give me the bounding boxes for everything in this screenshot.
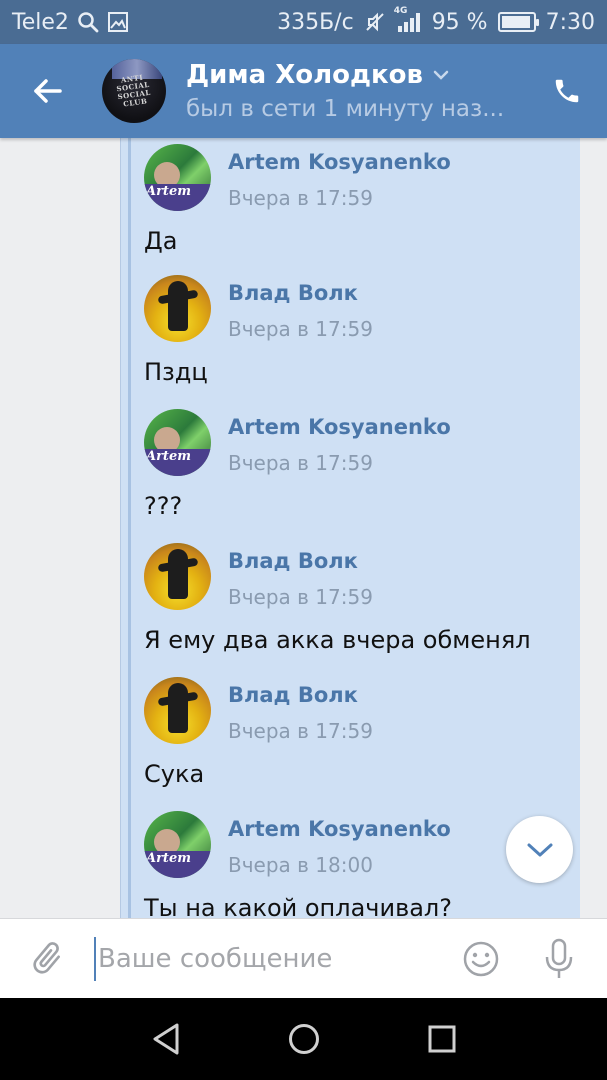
author-meta: Artem Kosyanenko Вчера в 17:59 [228,409,451,476]
message-text: Да [144,227,178,255]
phone-icon [555,79,579,103]
forwarded-message: Artem Artem Kosyanenko Вчера в 17:59 Да [144,138,574,269]
emoji-button[interactable] [456,919,506,999]
author-name[interactable]: Влад Волк [228,281,373,305]
nav-back-button[interactable] [144,1017,188,1061]
author-name[interactable]: Artem Kosyanenko [228,415,451,439]
chevron-down-icon [527,843,552,856]
author-avatar[interactable] [144,275,211,342]
forwarded-message-header: Artem Artem Kosyanenko Вчера в 17:59 [144,144,451,211]
triangle-back-icon [153,1023,178,1055]
network-type: 4G [393,6,408,16]
message-time: Вчера в 18:00 [228,853,373,877]
back-button[interactable] [0,44,96,138]
message-time: Вчера в 17:59 [228,451,373,475]
call-button[interactable] [527,44,607,138]
message-text: Сука [144,760,205,788]
status-left: Tele2 [12,10,129,35]
forwarded-message-header: Artem Artem Kosyanenko Вчера в 18:00 [144,811,451,878]
author-meta: Влад Волк Вчера в 17:59 [228,543,373,610]
author-avatar[interactable]: Artem [144,144,211,211]
forwarded-message-header: Artem Artem Kosyanenko Вчера в 17:59 [144,409,451,476]
forwarded-message: Влад Волк Вчера в 17:59 Пздц [144,269,574,403]
chevron-down-icon [433,70,449,80]
network-speed: 335Б/с [277,9,354,35]
chat-subtitle: был в сети 1 минуту наз... [186,96,505,122]
message-list[interactable]: Artem Artem Kosyanenko Вчера в 17:59 Да … [0,138,607,918]
message-text: ??? [144,492,183,520]
author-name[interactable]: Влад Волк [228,683,373,707]
author-avatar[interactable]: Artem [144,811,211,878]
signal-icon: 4G [394,6,422,34]
system-nav-bar [0,998,607,1080]
message-time: Вчера в 17:59 [228,317,373,341]
status-right: 335Б/с 4G 95 % 7:30 [277,6,595,35]
voice-message-button[interactable] [534,919,584,999]
author-name[interactable]: Влад Волк [228,549,373,573]
battery-icon [497,12,539,32]
chat-title-area[interactable]: Дима Холодков был в сети 1 минуту наз... [186,60,511,122]
author-meta: Влад Волк Вчера в 17:59 [228,275,373,342]
nav-home-button[interactable] [282,1017,326,1061]
nav-recents-button[interactable] [420,1017,464,1061]
chat-header: ANTI SOCIAL SOCIAL CLUB Дима Холодков был в… [0,44,607,138]
battery-fill [501,16,531,28]
forwarded-message: Влад Волк Вчера в 17:59 Я ему два акка в… [144,537,574,671]
forwarded-message-header: Влад Волк Вчера в 17:59 [144,275,373,342]
chat-avatar[interactable]: ANTI SOCIAL SOCIAL CLUB [102,59,166,123]
avatar-logo-text: ANTI SOCIAL SOCIAL CLUB [116,72,152,109]
forwarded-message: Artem Artem Kosyanenko Вчера в 17:59 ??? [144,403,574,537]
status-bar: Tele2 335Б/с 4G 95 % 7:30 [0,0,607,44]
forwarded-message-header: Влад Волк Вчера в 17:59 [144,543,373,610]
author-avatar[interactable] [144,543,211,610]
author-meta: Влад Волк Вчера в 17:59 [228,677,373,744]
clock: 7:30 [545,9,595,35]
forwarded-messages: Artem Artem Kosyanenko Вчера в 17:59 Да … [144,138,574,918]
title-row: Дима Холодков [186,60,511,90]
paperclip-icon [33,941,60,974]
author-meta: Artem Kosyanenko Вчера в 17:59 [228,144,451,211]
square-recents-icon [428,1025,455,1053]
carrier-label: Tele2 [12,9,69,35]
message-time: Вчера в 17:59 [228,186,373,210]
image-icon [107,11,129,33]
author-meta: Artem Kosyanenko Вчера в 18:00 [228,811,451,878]
author-avatar[interactable]: Artem [144,409,211,476]
chat-title: Дима Холодков [186,60,423,90]
message-input[interactable] [94,936,434,981]
scroll-to-bottom-button[interactable] [506,816,573,883]
forwarded-message-header: Влад Волк Вчера в 17:59 [144,677,373,744]
message-time: Вчера в 17:59 [228,719,373,743]
message-time: Вчера в 17:59 [228,585,373,609]
author-name[interactable]: Artem Kosyanenko [228,817,451,841]
search-icon [77,11,99,33]
attach-button[interactable] [0,919,94,999]
message-text: Пздц [144,358,208,386]
message-composer [0,918,607,998]
circle-home-icon [288,1024,319,1054]
smile-icon [463,941,499,976]
back-arrow-icon [34,79,62,103]
forwarded-message: Влад Волк Вчера в 17:59 Сука [144,671,574,805]
mute-icon [364,11,386,33]
message-text: Я ему два акка вчера обменял [144,626,531,654]
forwarded-indicator-line [128,138,131,918]
battery-percent: 95 % [431,9,488,35]
author-avatar[interactable] [144,677,211,744]
microphone-icon [545,938,573,978]
message-text: Ты на какой оплачивал? [144,894,453,918]
author-name[interactable]: Artem Kosyanenko [228,150,451,174]
